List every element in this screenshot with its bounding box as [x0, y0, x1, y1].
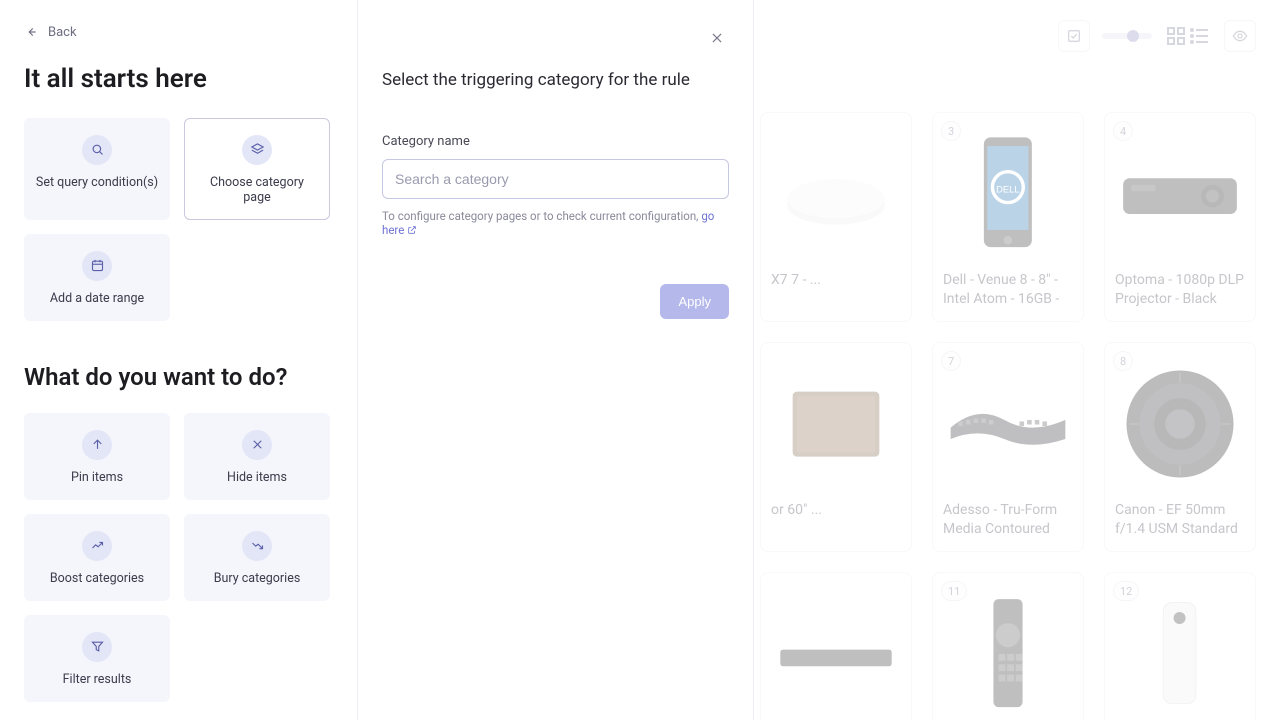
- product-rank-badge: 11: [941, 581, 967, 601]
- tile-bury-categories[interactable]: Bury categories: [184, 514, 330, 601]
- x-icon: [242, 430, 272, 460]
- product-image: [771, 123, 901, 265]
- preview-button[interactable]: [1224, 20, 1256, 52]
- product-card[interactable]: 3 DELL Dell - Venue 8 - 8" - Intel Atom …: [932, 112, 1084, 322]
- tile-label: Choose category page: [195, 175, 319, 205]
- tile-filter-results[interactable]: Filter results: [24, 615, 170, 702]
- calendar-icon: [82, 251, 112, 281]
- trend-up-icon: [82, 531, 112, 561]
- svg-text:DELL: DELL: [996, 183, 1020, 194]
- product-rank-badge: 12: [1113, 581, 1139, 601]
- product-title: Optoma - 1080p DLP Projector - Black: [1115, 271, 1245, 309]
- panel-heading-actions: What do you want to do?: [24, 363, 337, 391]
- checkbox-tool-button[interactable]: [1058, 20, 1090, 52]
- tile-label: Boost categories: [50, 571, 144, 586]
- product-card[interactable]: 7 Adesso - Tru-Form Media Contoured Ergo…: [932, 342, 1084, 552]
- apply-button[interactable]: Apply: [660, 284, 729, 319]
- product-image: [771, 353, 901, 495]
- close-icon: [710, 31, 724, 45]
- product-card[interactable]: 12 Canary - Indoor Wireless: [1104, 572, 1256, 720]
- arrow-up-icon: [82, 430, 112, 460]
- product-card[interactable]: 8 Canon - EF 50mm f/1.4 USM Standard Len…: [1104, 342, 1256, 552]
- search-icon: [82, 135, 112, 165]
- product-image: [1115, 123, 1245, 265]
- panel-heading-triggers: It all starts here: [24, 64, 337, 94]
- product-image: [1115, 353, 1245, 495]
- tile-label: Set query condition(s): [36, 175, 158, 190]
- help-prefix: To configure category pages or to check …: [382, 209, 701, 223]
- top-toolbar: [1058, 20, 1256, 52]
- tile-hide-items[interactable]: Hide items: [184, 413, 330, 500]
- tile-boost-categories[interactable]: Boost categories: [24, 514, 170, 601]
- tile-label: Bury categories: [214, 571, 301, 586]
- layers-icon: [242, 135, 272, 165]
- category-name-label: Category name: [382, 134, 729, 149]
- zoom-slider[interactable]: [1102, 33, 1152, 39]
- panel-title: Select the triggering category for the r…: [382, 70, 729, 90]
- list-icon: [1188, 24, 1212, 48]
- category-help-text: To configure category pages or to check …: [382, 209, 729, 238]
- grid-icon: [1164, 24, 1188, 48]
- tile-pin-items[interactable]: Pin items: [24, 413, 170, 500]
- tile-category-page[interactable]: Choose category page: [184, 118, 330, 220]
- product-image: [943, 353, 1073, 495]
- eye-icon: [1232, 28, 1248, 44]
- trend-down-icon: [242, 531, 272, 561]
- external-link-icon: [407, 224, 417, 238]
- list-view-button[interactable]: [1188, 24, 1212, 48]
- arrow-left-icon: [24, 25, 38, 39]
- product-card[interactable]: X7 7 - ...: [760, 112, 912, 322]
- view-toggle: [1164, 24, 1212, 48]
- product-card[interactable]: [760, 572, 912, 720]
- tile-label: Hide items: [227, 470, 287, 485]
- trigger-tile-grid: Set query condition(s) Choose category p…: [24, 118, 337, 321]
- product-title: Dell - Venue 8 - 8" - Intel Atom - 16GB …: [943, 271, 1073, 309]
- back-button[interactable]: Back: [24, 25, 77, 40]
- tile-query-conditions[interactable]: Set query condition(s): [24, 118, 170, 220]
- product-image: DELL: [943, 123, 1073, 265]
- tile-label: Filter results: [63, 672, 132, 687]
- category-picker-panel: Select the triggering category for the r…: [358, 0, 754, 720]
- product-title: Canon - EF 50mm f/1.4 USM Standard Lens …: [1115, 501, 1245, 539]
- product-image: [943, 583, 1073, 720]
- product-grid: X7 7 - ... 3 DELL Dell - Venue 8 - 8" - …: [760, 112, 1256, 720]
- close-button[interactable]: [707, 28, 727, 48]
- action-tile-grid: Pin items Hide items Boost categories Bu…: [24, 413, 337, 702]
- tile-date-range[interactable]: Add a date range: [24, 234, 170, 321]
- check-square-icon: [1066, 28, 1082, 44]
- product-card[interactable]: 4 Optoma - 1080p DLP Projector - Black: [1104, 112, 1256, 322]
- tile-label: Pin items: [71, 470, 123, 485]
- category-search-input[interactable]: [382, 159, 729, 199]
- back-label: Back: [48, 25, 77, 40]
- rule-builder-panel: Back It all starts here Set query condit…: [0, 0, 358, 720]
- grid-view-button[interactable]: [1164, 24, 1188, 48]
- product-card[interactable]: or 60" ...: [760, 342, 912, 552]
- tile-label: Add a date range: [50, 291, 144, 306]
- filter-icon: [82, 632, 112, 662]
- product-title: or 60" ...: [771, 501, 901, 539]
- product-image: [771, 583, 901, 720]
- product-title: X7 7 - ...: [771, 271, 901, 309]
- product-card[interactable]: 11 Insignia™ - Remote for: [932, 572, 1084, 720]
- product-title: Adesso - Tru-Form Media Contoured Ergono…: [943, 501, 1073, 539]
- product-image: [1115, 583, 1245, 720]
